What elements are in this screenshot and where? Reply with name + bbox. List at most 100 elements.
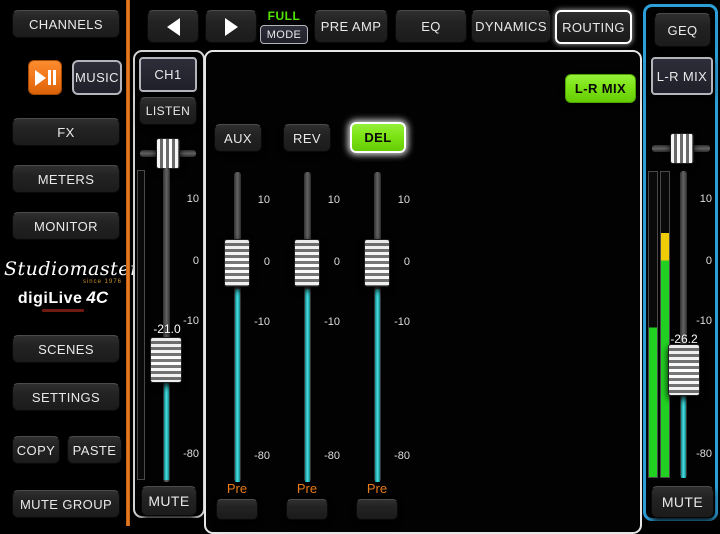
scenes-button[interactable]: SCENES <box>12 335 120 363</box>
send-aux-fader-fill <box>235 289 240 482</box>
next-channel-button[interactable] <box>205 10 257 43</box>
bus-del-label: DEL <box>364 130 391 145</box>
mute-group-button[interactable]: MUTE GROUP <box>12 490 120 518</box>
channel-mute-button[interactable]: MUTE <box>141 486 197 516</box>
master-name-button[interactable]: L-R MIX <box>651 57 713 95</box>
monitor-button[interactable]: MONITOR <box>12 212 120 240</box>
master-mute-label: MUTE <box>662 494 703 510</box>
music-label: MUSIC <box>75 70 119 85</box>
send-rev-fader-fill <box>305 289 310 482</box>
send-aux-scale-plus10: 10 <box>242 194 270 206</box>
mode-state-label: FULL <box>258 9 310 23</box>
send-aux-pre-label: Pre <box>217 481 257 496</box>
send-aux-scale-minus80: -80 <box>242 450 270 462</box>
bus-aux-label: AUX <box>224 131 252 146</box>
channel-scale-zero: 0 <box>165 255 199 267</box>
play-pause-button[interactable] <box>28 60 62 95</box>
send-aux-scale-minus10: -10 <box>242 316 270 328</box>
channel-scale-minus80: -80 <box>165 448 199 460</box>
channels-label: CHANNELS <box>29 17 103 32</box>
bus-del-button[interactable]: DEL <box>350 122 406 153</box>
tab-dynamics[interactable]: DYNAMICS <box>471 10 551 43</box>
lr-mix-assign-label: L-R MIX <box>575 81 626 96</box>
settings-button[interactable]: SETTINGS <box>12 383 120 411</box>
bus-rev-button[interactable]: REV <box>283 124 331 152</box>
sidebar-divider <box>126 0 130 526</box>
channel-strip: CH1 LISTEN -21.0 10 0 -10 -80 MUTE <box>133 50 205 518</box>
routing-panel: L-R MIX AUX REV DEL 10 0 -10 -80 Pre 10 … <box>204 50 642 534</box>
settings-label: SETTINGS <box>32 390 100 405</box>
master-mute-button[interactable]: MUTE <box>651 486 714 518</box>
send-del-scale-minus80: -80 <box>382 450 410 462</box>
mute-group-label: MUTE GROUP <box>20 497 112 512</box>
eq-label: EQ <box>421 19 441 34</box>
geq-label: GEQ <box>667 23 697 38</box>
send-rev-pre-button[interactable] <box>286 499 328 520</box>
product-logo: digiLive4C <box>4 288 122 312</box>
master-meter-left <box>648 171 658 478</box>
tab-routing[interactable]: ROUTING <box>555 10 632 44</box>
tab-pre-amp[interactable]: PRE AMP <box>314 10 388 43</box>
send-rev-scale-minus10: -10 <box>312 316 340 328</box>
send-rev-scale-zero: 0 <box>312 256 340 268</box>
master-fader-fill <box>681 394 686 478</box>
listen-button[interactable]: LISTEN <box>139 97 197 125</box>
bus-aux-button[interactable]: AUX <box>214 124 262 152</box>
channel-name-button[interactable]: CH1 <box>139 57 197 92</box>
dynamics-label: DYNAMICS <box>475 19 547 34</box>
master-fader-knob[interactable] <box>668 344 700 396</box>
studiomaster-logo: Studiomaster <box>4 258 140 280</box>
prev-channel-button[interactable] <box>147 10 199 43</box>
play-pause-icon <box>35 70 56 86</box>
pre-amp-label: PRE AMP <box>321 19 382 34</box>
send-del-scale-minus10: -10 <box>382 316 410 328</box>
channel-pan-knob[interactable] <box>156 138 180 169</box>
right-arrow-icon <box>225 18 238 36</box>
listen-label: LISTEN <box>146 104 190 118</box>
master-pan-knob[interactable] <box>670 133 694 164</box>
mode-label: MODE <box>267 29 302 41</box>
channel-scale-minus10: -10 <box>165 315 199 327</box>
send-del-pre-button[interactable] <box>356 499 398 520</box>
paste-label: PASTE <box>73 443 117 458</box>
music-button[interactable]: MUSIC <box>72 60 122 95</box>
mixer-app: { "colors": { "accent_orange": "#ee7a1e"… <box>0 0 720 526</box>
lr-mix-assign-button[interactable]: L-R MIX <box>565 74 636 103</box>
send-rev-pre-label: Pre <box>287 481 327 496</box>
channel-fader-knob[interactable] <box>150 337 182 383</box>
master-scale-minus10: -10 <box>684 315 712 327</box>
master-strip: GEQ L-R MIX -26.2 10 0 -10 -80 MUTE <box>643 4 718 521</box>
send-del-pre-label: Pre <box>357 481 397 496</box>
copy-button[interactable]: COPY <box>12 436 60 464</box>
copy-label: COPY <box>17 443 55 458</box>
mode-button[interactable]: MODE <box>260 25 308 44</box>
send-aux-scale-zero: 0 <box>242 256 270 268</box>
monitor-label: MONITOR <box>34 219 98 234</box>
master-scale-plus10: 10 <box>684 193 712 205</box>
routing-label: ROUTING <box>562 20 625 35</box>
channels-button[interactable]: CHANNELS <box>12 10 120 38</box>
meters-label: METERS <box>38 172 95 187</box>
send-aux-pre-button[interactable] <box>216 499 258 520</box>
channel-fader-fill <box>164 382 169 480</box>
left-arrow-icon <box>167 18 180 36</box>
paste-button[interactable]: PASTE <box>67 436 122 464</box>
bus-rev-label: REV <box>293 131 321 146</box>
product-tagline-decoration <box>42 309 84 312</box>
sidebar: CHANNELS MUSIC FX METERS MONITOR Studiom… <box>0 0 126 526</box>
geq-button[interactable]: GEQ <box>654 13 711 47</box>
master-scale-zero: 0 <box>684 255 712 267</box>
meters-button[interactable]: METERS <box>12 165 120 193</box>
channel-mute-label: MUTE <box>148 493 189 509</box>
master-meter-right <box>660 171 670 478</box>
master-name-label: L-R MIX <box>657 69 707 84</box>
tab-eq[interactable]: EQ <box>395 10 467 43</box>
channel-scale-plus10: 10 <box>165 193 199 205</box>
fx-button[interactable]: FX <box>12 118 120 146</box>
send-del-scale-zero: 0 <box>382 256 410 268</box>
send-rev-scale-plus10: 10 <box>312 194 340 206</box>
master-scale-minus80: -80 <box>684 448 712 460</box>
send-del-fader-fill <box>375 289 380 482</box>
channel-name-label: CH1 <box>154 67 181 82</box>
scenes-label: SCENES <box>38 342 94 357</box>
